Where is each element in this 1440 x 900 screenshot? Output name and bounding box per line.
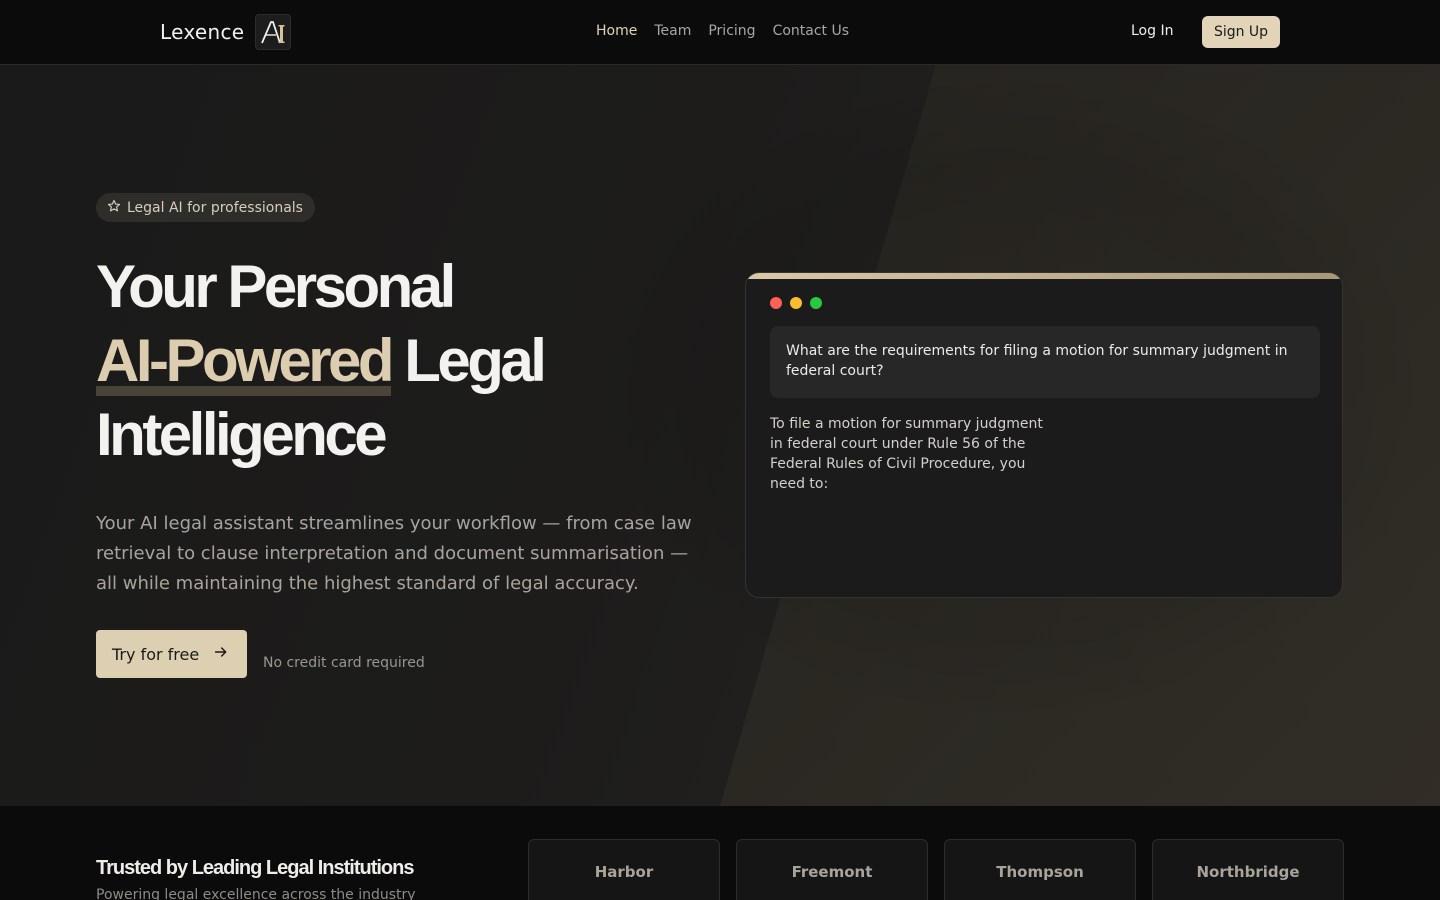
card-accent-bar: [746, 273, 1342, 279]
trusted-by-section: Trusted by Leading Legal Institutions Po…: [0, 806, 1440, 900]
headline-accent: AI-Powered: [96, 324, 395, 398]
window-minimize-dot: [790, 297, 802, 309]
brand[interactable]: Lexence: [160, 14, 292, 50]
trusted-subtitle: Powering legal excellence across the ind…: [96, 887, 416, 900]
partner-logo-harbor: Harbor: [528, 839, 720, 900]
trusted-title: Trusted by Leading Legal Institutions: [96, 857, 414, 879]
headline-line-1: Your Personal: [96, 253, 456, 320]
cta-note: No credit card required: [263, 655, 425, 671]
top-navbar: Lexence Home Team Pricing Contact Us Log…: [0, 0, 1440, 65]
brand-name: Lexence: [160, 20, 245, 44]
user-question-bubble: What are the requirements for filing a m…: [770, 326, 1320, 398]
headline-line-3: Intelligence: [96, 401, 388, 468]
partner-logo-northbridge: Northbridge: [1152, 839, 1344, 900]
nav-team[interactable]: Team: [654, 23, 691, 39]
partner-logo-thompson: Thompson: [944, 839, 1136, 900]
headline-line-2-rest: Legal: [391, 327, 547, 394]
ai-monogram-icon: [255, 14, 292, 50]
cta-label: Try for free: [112, 644, 200, 664]
chat-preview-card: What are the requirements for filing a m…: [745, 272, 1343, 598]
window-close-dot: [770, 297, 782, 309]
hero-headline: Your Personal AI-Powered Legal Intellige…: [96, 250, 716, 472]
try-for-free-button[interactable]: Try for free: [96, 630, 247, 678]
partner-logo-freemont: Freemont: [736, 839, 928, 900]
hero-section: Legal AI for professionals Your Personal…: [0, 65, 1440, 806]
main-nav: Home Team Pricing Contact Us: [596, 23, 849, 39]
window-controls: [770, 297, 822, 309]
window-maximize-dot: [810, 297, 822, 309]
hero-badge: Legal AI for professionals: [96, 193, 315, 222]
hero-description: Your AI legal assistant streamlines your…: [96, 513, 692, 594]
star-icon: [107, 199, 121, 217]
nav-home[interactable]: Home: [596, 23, 637, 39]
assistant-answer: To file a motion for summary judgment in…: [770, 416, 1043, 492]
signup-button[interactable]: Sign Up: [1202, 16, 1280, 48]
nav-pricing[interactable]: Pricing: [708, 23, 755, 39]
nav-contact-us[interactable]: Contact Us: [773, 23, 849, 39]
hero-badge-label: Legal AI for professionals: [127, 199, 303, 216]
arrow-right-icon: [213, 644, 229, 664]
login-button[interactable]: Log In: [1131, 23, 1173, 39]
